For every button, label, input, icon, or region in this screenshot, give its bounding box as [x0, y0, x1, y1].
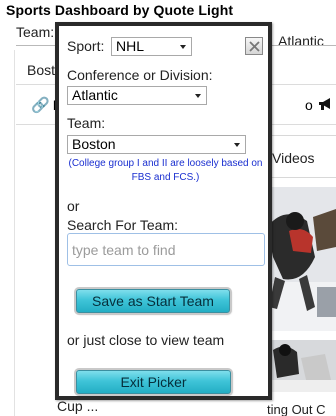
link-icon: 🔗 — [31, 97, 50, 114]
search-team-input[interactable] — [67, 233, 265, 266]
team-select-value: Boston — [72, 136, 116, 152]
video-caption[interactable]: ting Out C — [267, 402, 326, 416]
headline-tail[interactable]: Cup ... — [57, 398, 98, 414]
sport-select-value: NHL — [116, 38, 145, 54]
team-label: Team: — [67, 115, 106, 131]
chevron-down-icon — [234, 143, 240, 147]
chevron-down-icon — [195, 94, 201, 98]
team-picker-dialog: Sport: NHL Conference or Division: Atlan… — [55, 22, 272, 400]
exit-picker-button[interactable]: Exit Picker — [76, 370, 231, 394]
team-label: Team: — [16, 24, 55, 40]
megaphone-icon[interactable] — [318, 96, 336, 112]
sport-select[interactable]: NHL — [111, 37, 192, 56]
close-icon — [249, 41, 260, 52]
conference-select-value: Atlantic — [72, 87, 118, 103]
team-select[interactable]: Boston — [67, 135, 246, 154]
college-groups-note: (College group I and II are loosely base… — [68, 158, 263, 183]
or-text: or — [67, 198, 80, 214]
search-team-label: Search For Team: — [67, 217, 179, 233]
chevron-down-icon — [180, 45, 186, 49]
tab-videos-label: Videos — [272, 150, 315, 166]
app-title: Sports Dashboard by Quote Light — [6, 2, 234, 18]
sport-label: Sport: — [67, 38, 105, 54]
close-hint-text: or just close to view team — [67, 332, 225, 348]
close-button[interactable] — [245, 37, 263, 55]
conference-select[interactable]: Atlantic — [67, 86, 207, 105]
save-as-start-team-button[interactable]: Save as Start Team — [76, 289, 230, 313]
conference-label: Conference or Division: — [67, 67, 213, 83]
tab-partial-label[interactable]: o — [305, 97, 313, 113]
page-left-divider — [14, 50, 15, 416]
team-select-value[interactable]: Atlantic — [278, 33, 324, 49]
